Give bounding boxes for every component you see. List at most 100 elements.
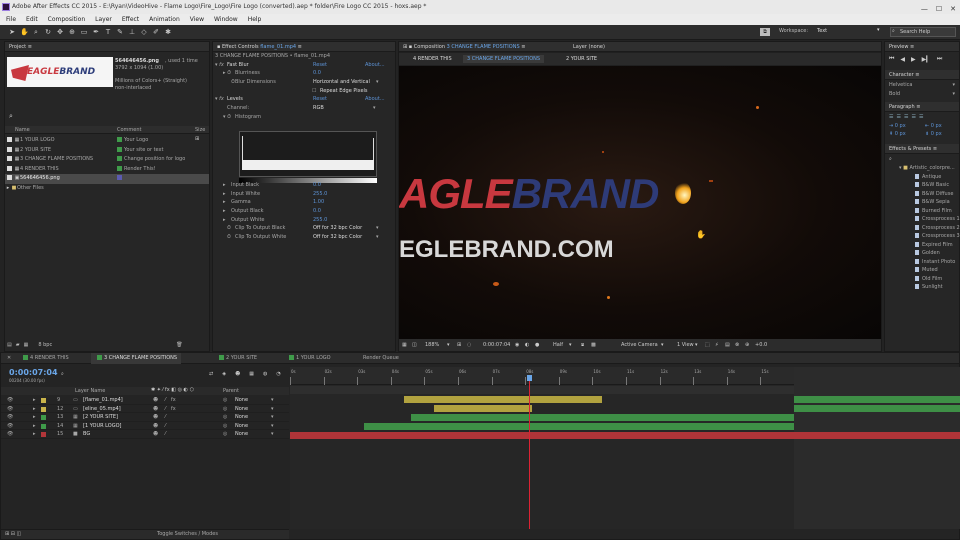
space-after[interactable]: ⇟ 0 px [925,131,942,137]
about-button[interactable]: About... [365,95,385,104]
crumb-site[interactable]: 2 YOUR SITE [566,53,597,65]
render-icons[interactable]: ⊞ ⊟ ◫ [5,531,21,537]
preset-folder[interactable]: ▾ ■ Artistic_colorpre... [885,164,959,173]
reset-button[interactable]: Reset [313,95,327,104]
levels-effect[interactable]: ▾ fx Levels Reset About... [213,95,395,104]
align-left-icon[interactable]: ☰ [889,114,893,120]
trash-icon[interactable]: 🗑 [176,342,182,348]
menu-window[interactable]: Window [214,14,238,25]
graph-editor-icon[interactable]: ◔ [276,371,280,377]
roto-tool-icon[interactable]: ✐ [152,28,160,36]
effects-search-icon[interactable]: ⌕ [885,154,959,164]
preset-item[interactable]: B&W Sepia [885,198,959,207]
timeline-tab[interactable]: 2 YOUR SITE [217,353,257,364]
playhead-handle[interactable] [526,375,532,381]
preset-item[interactable]: Expired Film [885,241,959,250]
output-white-row[interactable]: ▸ Output White 255.0 [213,216,397,225]
clip-white-row[interactable]: ⏱ Clip To Output White Off for 32 bpc Colo… [213,233,397,242]
pixel-aspect-icon[interactable]: ⬚ [705,339,710,351]
timeline-icon[interactable]: ▤ [725,339,730,351]
work-area-bar[interactable] [290,386,794,394]
preset-item[interactable]: Crossprocess 2 [885,224,960,233]
justify-all-icon[interactable]: ☰ [919,114,923,120]
grid-icon[interactable]: ⊞ [457,339,461,351]
space-before[interactable]: ⇞ 0 px [889,131,906,137]
col-size[interactable]: Size [195,127,205,133]
col-comment[interactable]: Comment [117,127,142,133]
rectangle-tool-icon[interactable]: ▭ [80,28,88,36]
rotate-tool-icon[interactable]: ↻ [44,28,52,36]
camera-select[interactable]: Active Camera [621,339,658,351]
input-white-row[interactable]: ▸ Input White 255.0 [213,190,397,199]
exposure-value[interactable]: +0.0 [755,339,767,351]
preset-item[interactable]: Muted [885,266,959,275]
pan-behind-tool-icon[interactable]: ⊕ [68,28,76,36]
timeline-tab[interactable]: 1 YOUR LOGO [287,353,331,364]
play-icon[interactable]: ▶ [911,56,916,63]
layer-bar[interactable] [434,405,532,412]
list-item[interactable]: ▦3 CHANGE FLAME POSITIONS Change position… [5,155,209,165]
timeline-track-area[interactable]: 0s 02s 03s 04s 05s 06s 07s 08s 09s 10s 11s 12s 13s 14… [290,367,794,529]
layer-bar[interactable] [404,396,603,403]
frame-blend-icon[interactable]: ▦ [249,371,254,377]
menu-effect[interactable]: Effect [122,14,139,25]
layer-row[interactable]: 👁 ▸ 15 ■ BG ☻ ⁄ ◎ None ▾ [1,430,289,439]
repeat-edge-row[interactable]: ☐ Repeat Edge Pixels [213,87,395,96]
preset-item[interactable]: B&W Diffuse [885,190,959,199]
eye-icon[interactable]: 👁 [7,405,13,414]
menu-layer[interactable]: Layer [95,14,112,25]
workspace-dropdown-icon[interactable]: ▾ [877,27,880,33]
preset-item[interactable]: Golden [885,249,959,258]
indent-left[interactable]: ⇥ 0 px [889,123,906,129]
align-right-icon[interactable]: ☰ [904,114,908,120]
fast-blur-effect[interactable]: ▾ fx Fast Blur Reset About... [213,61,395,70]
prev-frame-icon[interactable]: ◀ [900,56,905,63]
puppet-tool-icon[interactable]: ✱ [164,28,172,36]
gamma-row[interactable]: ▸ Gamma 1.00 [213,198,397,207]
draft-3d-icon[interactable]: ◈ [222,371,226,377]
new-comp-icon[interactable]: ▦ [24,342,29,348]
list-item[interactable]: ▦2 YOUR SITE Your site or text [5,146,209,156]
tab-close-icon[interactable]: ✕ [7,353,11,364]
eraser-tool-icon[interactable]: ◇ [140,28,148,36]
list-item[interactable]: ▦4 RENDER THIS Render This! [5,165,209,175]
layer-bar[interactable] [290,432,794,439]
motion-blur-icon[interactable]: ◍ [263,371,267,377]
layer-row[interactable]: 👁 ▸ 13 ▦ [2 YOUR SITE] ☻ ⁄ ◎ None ▾ [1,413,289,422]
always-preview-icon[interactable]: ▦ [402,339,407,351]
type-tool-icon[interactable]: T [104,28,112,36]
layer-row[interactable]: 👁 ▸ 12 ▭ [eline_05.mp4] ☻ ⁄ fx ◎ None ▾ [1,405,289,414]
resolution-select[interactable]: Half [553,339,563,351]
eye-icon[interactable]: 👁 [7,422,13,431]
preset-item[interactable]: Old Film [885,275,959,284]
snap-icon[interactable]: ⧉ [760,28,770,36]
brush-tool-icon[interactable]: ✎ [116,28,124,36]
histogram-row[interactable]: ▾ ⏱ Histogram [213,113,395,122]
render-queue-tab[interactable]: Render Queue [363,353,399,364]
indent-right[interactable]: ⇤ 0 px [925,123,942,129]
playhead[interactable] [528,375,530,529]
comp-mini-flowchart-icon[interactable]: ⇄ [209,371,213,377]
zoom-select[interactable]: 188% [425,339,439,351]
crumb-flame[interactable]: 3 CHANGE FLAME POSITIONS [463,55,545,63]
views-select[interactable]: 1 View [677,339,694,351]
transparency-grid-icon[interactable]: ▩ [591,339,596,351]
clone-tool-icon[interactable]: ⊥ [128,28,136,36]
menu-composition[interactable]: Composition [48,14,85,25]
last-frame-icon[interactable]: ⏭ [937,55,942,63]
toggle-switches-modes[interactable]: Toggle Switches / Modes [157,531,218,537]
channel-row[interactable]: Channel: RGB ▾ [213,104,395,113]
about-button[interactable]: About... [365,61,385,70]
channel-icon[interactable]: ● [535,339,539,351]
fast-preview-icon[interactable]: ⚡ [715,339,719,351]
mask-icon[interactable]: ◫ [412,339,417,351]
flowchart-view-icon[interactable]: ⊗ [735,339,739,351]
menu-file[interactable]: File [6,14,16,25]
reset-button[interactable]: Reset [313,61,327,70]
next-frame-icon[interactable]: ▶▎ [922,56,931,63]
layer-bar[interactable] [363,423,794,430]
project-search-icon[interactable]: ⌕ [9,112,13,121]
roi-icon[interactable]: ⧈ [581,339,584,351]
add-icon[interactable]: ⊕ [745,339,749,351]
list-item[interactable]: ▦1 YOUR LOGO Your Logo [5,136,209,146]
